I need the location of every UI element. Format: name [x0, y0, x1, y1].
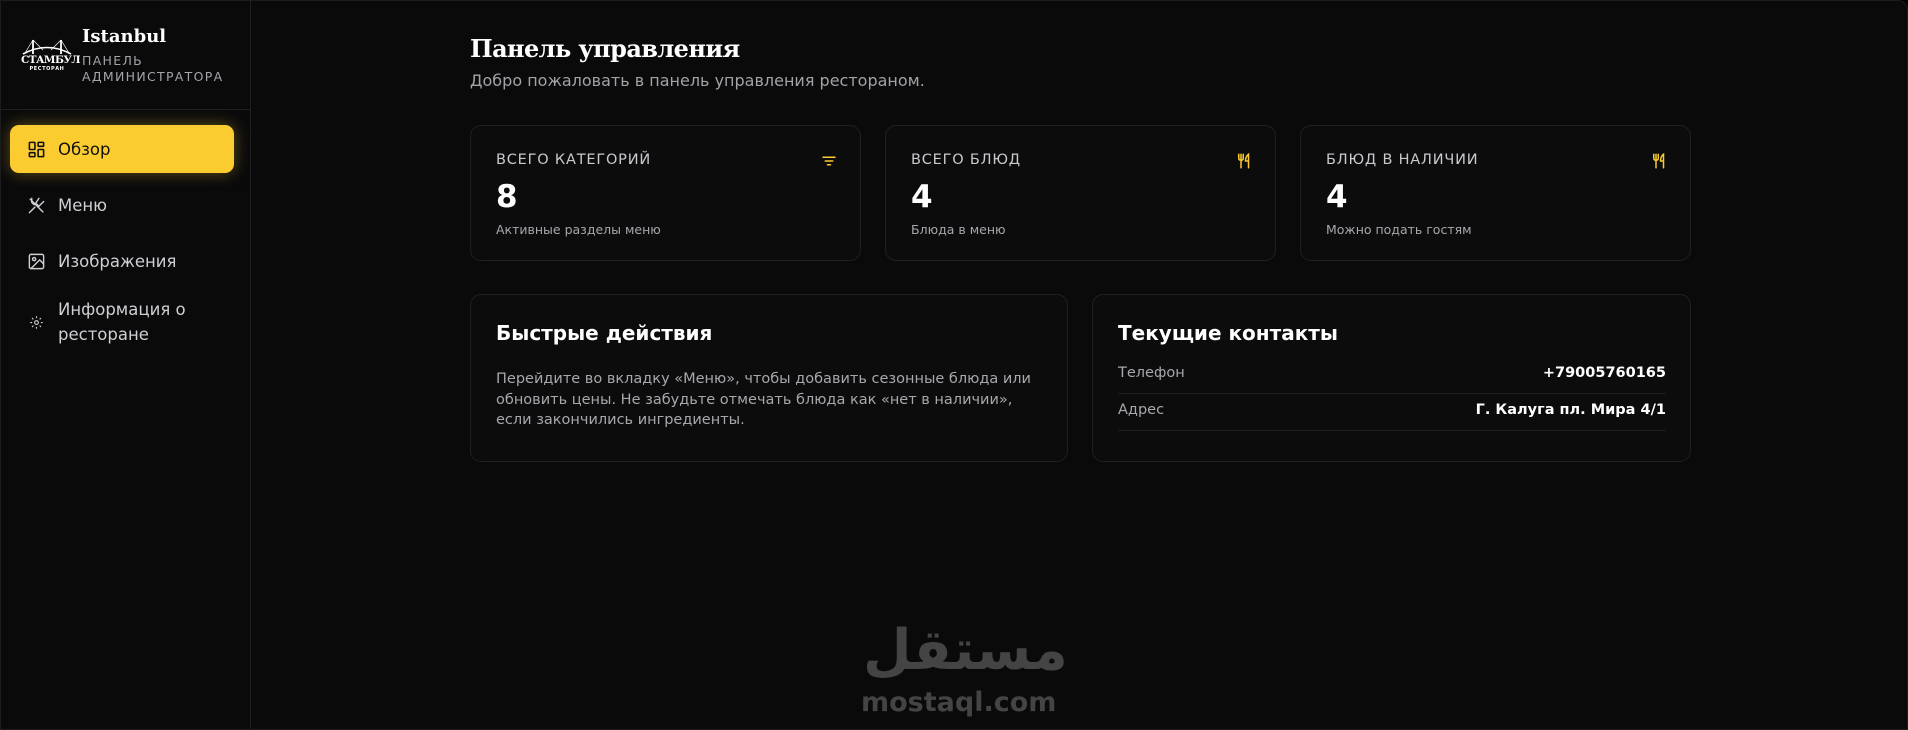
filter-icon — [820, 152, 838, 170]
brand-name: Istanbul — [82, 26, 167, 47]
sidebar-item-overview[interactable]: Обзор — [10, 125, 234, 173]
sidebar-item-label: Обзор — [58, 139, 111, 159]
logo-subtitle: РЕСТОРАН — [29, 66, 65, 72]
stat-title: Всего категорий — [496, 152, 652, 168]
sidebar-item-label: Информация о ресторане — [58, 300, 186, 344]
fork-knife-icon — [1235, 152, 1253, 170]
contacts-card: Текущие контакты Телефон +79005760165 Ад… — [1092, 294, 1691, 462]
sidebar-item-label: Меню — [58, 195, 108, 215]
page-title: Панель управления — [470, 34, 740, 63]
utensils-crossed-icon — [26, 195, 46, 215]
stat-title: Всего блюд — [911, 152, 1021, 168]
contact-row-address: Адрес Г. Калуга пл. Мира 4/1 — [1118, 394, 1666, 431]
watermark-arabic: مستقل — [863, 618, 1068, 683]
contact-value: Г. Калуга пл. Мира 4/1 — [1475, 402, 1666, 418]
sidebar-item-images[interactable]: Изображения — [10, 237, 234, 285]
fork-knife-icon — [1650, 152, 1668, 170]
stat-caption: Можно подать гостям — [1326, 222, 1472, 237]
brand-header: СТАМБУЛ РЕСТОРАН Istanbul Панель админис… — [1, 1, 250, 110]
stat-card-categories: Всего категорий 8 Активные разделы меню — [470, 125, 861, 261]
dashboard-icon — [26, 139, 46, 159]
sidebar-item-menu[interactable]: Меню — [10, 181, 234, 229]
page-subtitle: Добро пожаловать в панель управления рес… — [470, 71, 925, 90]
stat-title: Блюд в наличии — [1326, 152, 1479, 168]
contacts-title: Текущие контакты — [1118, 321, 1338, 345]
stat-card-available-dishes: Блюд в наличии 4 Можно подать гостям — [1300, 125, 1691, 261]
sidebar: СТАМБУЛ РЕСТОРАН Istanbul Панель админис… — [1, 1, 251, 729]
brand-subtitle: Панель администратора — [82, 53, 224, 84]
sidebar-nav: Обзор Меню Изображения Информация о рест… — [10, 125, 234, 359]
stat-caption: Активные разделы меню — [496, 222, 661, 237]
contact-label: Адрес — [1118, 402, 1165, 418]
logo-wordmark: СТАМБУЛ — [21, 54, 81, 66]
quick-actions-text: Перейдите во вкладку «Меню», чтобы добав… — [496, 371, 1031, 428]
stat-card-dishes: Всего блюд 4 Блюда в меню — [885, 125, 1276, 261]
image-icon — [26, 251, 46, 271]
gear-icon — [26, 312, 46, 332]
restaurant-logo[interactable]: СТАМБУЛ РЕСТОРАН — [21, 35, 81, 75]
stat-caption: Блюда в меню — [911, 222, 1006, 237]
sidebar-item-restaurant-info[interactable]: Информация о ресторане — [10, 293, 234, 351]
stat-value: 4 — [911, 179, 933, 215]
contact-label: Телефон — [1118, 365, 1185, 381]
app-window: СТАМБУЛ РЕСТОРАН Istanbul Панель админис… — [0, 0, 1908, 730]
quick-actions-card: Быстрые действия Перейдите во вкладку «М… — [470, 294, 1068, 462]
watermark-latin: mostaql.com — [861, 687, 1057, 718]
main-content: Панель управления Добро пожаловать в пан… — [251, 1, 1907, 729]
contact-row-phone: Телефон +79005760165 — [1118, 357, 1666, 394]
stat-value: 4 — [1326, 179, 1348, 215]
quick-actions-title: Быстрые действия — [496, 321, 713, 345]
sidebar-item-label: Изображения — [58, 251, 177, 271]
watermark: مستقل mostaql.com — [851, 621, 1071, 726]
stat-value: 8 — [496, 179, 518, 215]
contact-value: +79005760165 — [1542, 365, 1666, 381]
